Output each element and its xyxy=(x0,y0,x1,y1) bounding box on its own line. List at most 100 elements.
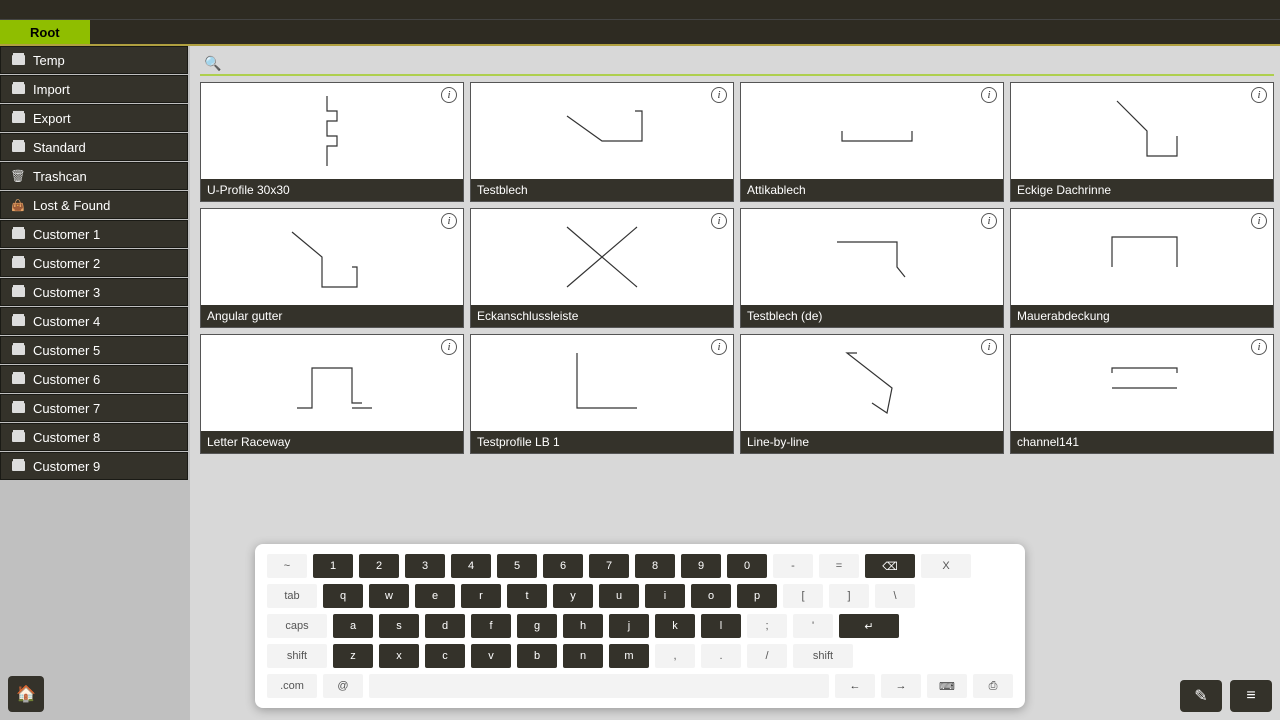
key-extra-0[interactable]: ⌨ xyxy=(927,674,967,698)
key-3[interactable]: 3 xyxy=(405,554,445,578)
key-shift-left[interactable]: shift xyxy=(267,644,327,668)
sidebar-item-temp[interactable]: Temp xyxy=(0,46,188,74)
info-icon[interactable]: i xyxy=(981,339,997,355)
sidebar-item-lost-found[interactable]: Lost & Found xyxy=(0,191,188,219)
key-[interactable]: - xyxy=(773,554,813,578)
profile-card[interactable]: iEckanschlussleiste xyxy=(470,208,734,328)
profile-card[interactable]: iTestblech (de) xyxy=(740,208,1004,328)
profile-card[interactable]: iAngular gutter xyxy=(200,208,464,328)
key-arrow-right[interactable]: → xyxy=(881,674,921,698)
key-extra-1[interactable]: ⎙ xyxy=(973,674,1013,698)
key-f[interactable]: f xyxy=(471,614,511,638)
key-t[interactable]: t xyxy=(507,584,547,608)
profile-card[interactable]: iU-Profile 30x30 xyxy=(200,82,464,202)
key-[interactable]: ' xyxy=(793,614,833,638)
key-[interactable]: , xyxy=(655,644,695,668)
key-[interactable]: ; xyxy=(747,614,787,638)
sidebar-item-customer-6[interactable]: Customer 6 xyxy=(0,365,188,393)
sidebar-item-customer-7[interactable]: Customer 7 xyxy=(0,394,188,422)
key-tilde[interactable]: ~ xyxy=(267,554,307,578)
key-i[interactable]: i xyxy=(645,584,685,608)
sidebar-item-customer-3[interactable]: Customer 3 xyxy=(0,278,188,306)
menu-button[interactable]: ≡ xyxy=(1230,680,1272,712)
key-o[interactable]: o xyxy=(691,584,731,608)
key-[interactable]: / xyxy=(747,644,787,668)
info-icon[interactable]: i xyxy=(441,213,457,229)
key-[interactable]: . xyxy=(701,644,741,668)
key-e[interactable]: e xyxy=(415,584,455,608)
home-button[interactable] xyxy=(8,676,44,712)
key-8[interactable]: 8 xyxy=(635,554,675,578)
sidebar-item-trashcan[interactable]: Trashcan xyxy=(0,162,188,190)
key-b[interactable]: b xyxy=(517,644,557,668)
key-close[interactable]: X xyxy=(921,554,971,578)
key-d[interactable]: d xyxy=(425,614,465,638)
profile-card[interactable]: iLine-by-line xyxy=(740,334,1004,454)
key-j[interactable]: j xyxy=(609,614,649,638)
key-shift-right[interactable]: shift xyxy=(793,644,853,668)
key-9[interactable]: 9 xyxy=(681,554,721,578)
edit-button[interactable]: ✎ xyxy=(1180,680,1222,712)
key-r[interactable]: r xyxy=(461,584,501,608)
key-y[interactable]: y xyxy=(553,584,593,608)
key-x[interactable]: x xyxy=(379,644,419,668)
search-input[interactable] xyxy=(220,56,1274,71)
key-[interactable]: \ xyxy=(875,584,915,608)
key-u[interactable]: u xyxy=(599,584,639,608)
key-p[interactable]: p xyxy=(737,584,777,608)
info-icon[interactable]: i xyxy=(711,87,727,103)
tab-root[interactable]: Root xyxy=(0,20,90,44)
key-2[interactable]: 2 xyxy=(359,554,399,578)
sidebar-item-customer-9[interactable]: Customer 9 xyxy=(0,452,188,480)
key-[interactable]: = xyxy=(819,554,859,578)
key-l[interactable]: l xyxy=(701,614,741,638)
profile-card[interactable]: ichannel141 xyxy=(1010,334,1274,454)
sidebar-item-export[interactable]: Export xyxy=(0,104,188,132)
key-caps[interactable]: caps xyxy=(267,614,327,638)
sidebar-item-import[interactable]: Import xyxy=(0,75,188,103)
sidebar-item-standard[interactable]: Standard xyxy=(0,133,188,161)
key-[interactable]: [ xyxy=(783,584,823,608)
profile-card[interactable]: iLetter Raceway xyxy=(200,334,464,454)
key-q[interactable]: q xyxy=(323,584,363,608)
key-5[interactable]: 5 xyxy=(497,554,537,578)
key-enter[interactable]: ↵ xyxy=(839,614,899,638)
info-icon[interactable]: i xyxy=(711,213,727,229)
info-icon[interactable]: i xyxy=(441,339,457,355)
key-g[interactable]: g xyxy=(517,614,557,638)
key-tab[interactable]: tab xyxy=(267,584,317,608)
key-z[interactable]: z xyxy=(333,644,373,668)
key-m[interactable]: m xyxy=(609,644,649,668)
key-n[interactable]: n xyxy=(563,644,603,668)
profile-card[interactable]: iAttikablech xyxy=(740,82,1004,202)
info-icon[interactable]: i xyxy=(711,339,727,355)
key-k[interactable]: k xyxy=(655,614,695,638)
info-icon[interactable]: i xyxy=(981,87,997,103)
key-[interactable]: ] xyxy=(829,584,869,608)
sidebar-item-customer-5[interactable]: Customer 5 xyxy=(0,336,188,364)
profile-card[interactable]: iEckige Dachrinne xyxy=(1010,82,1274,202)
sidebar-item-customer-8[interactable]: Customer 8 xyxy=(0,423,188,451)
key-backspace[interactable]: ⌫ xyxy=(865,554,915,578)
info-icon[interactable]: i xyxy=(441,87,457,103)
key-w[interactable]: w xyxy=(369,584,409,608)
profile-card[interactable]: iMauerabdeckung xyxy=(1010,208,1274,328)
sidebar-item-customer-2[interactable]: Customer 2 xyxy=(0,249,188,277)
info-icon[interactable]: i xyxy=(981,213,997,229)
key-c[interactable]: c xyxy=(425,644,465,668)
key-space[interactable] xyxy=(369,674,829,698)
key-7[interactable]: 7 xyxy=(589,554,629,578)
info-icon[interactable]: i xyxy=(1251,339,1267,355)
sidebar-item-customer-1[interactable]: Customer 1 xyxy=(0,220,188,248)
profile-card[interactable]: iTestblech xyxy=(470,82,734,202)
key-arrow-left[interactable]: ← xyxy=(835,674,875,698)
search-bar[interactable]: 🔍 xyxy=(200,52,1274,76)
key-dotcom[interactable]: .com xyxy=(267,674,317,698)
key-0[interactable]: 0 xyxy=(727,554,767,578)
sidebar-item-customer-4[interactable]: Customer 4 xyxy=(0,307,188,335)
key-s[interactable]: s xyxy=(379,614,419,638)
key-1[interactable]: 1 xyxy=(313,554,353,578)
profile-card[interactable]: iTestprofile LB 1 xyxy=(470,334,734,454)
key-h[interactable]: h xyxy=(563,614,603,638)
info-icon[interactable]: i xyxy=(1251,87,1267,103)
